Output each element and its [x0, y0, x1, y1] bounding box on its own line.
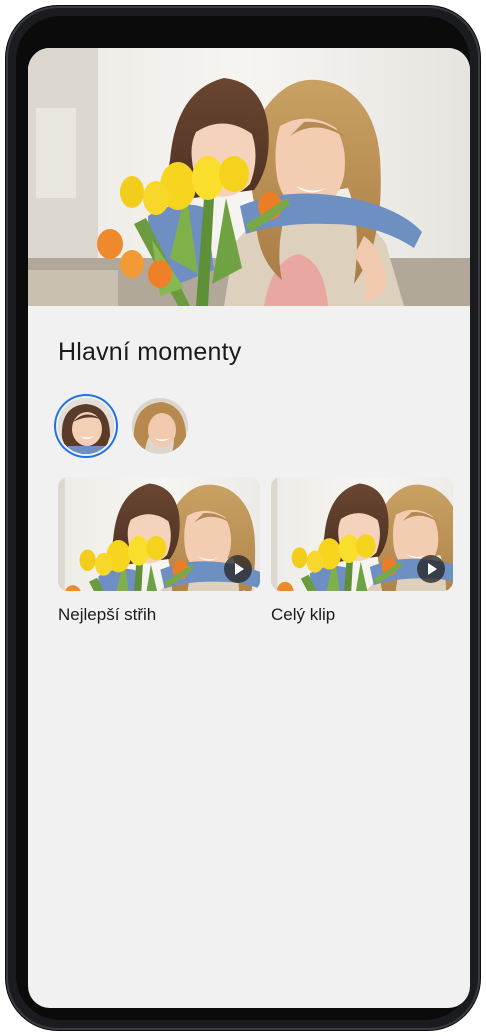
- section-title: Hlavní momenty: [58, 338, 242, 366]
- clip-full-label: Celý klip: [271, 605, 336, 624]
- face-thumbnail[interactable]: [132, 398, 188, 454]
- play-icon[interactable]: [224, 555, 252, 583]
- play-icon[interactable]: [417, 555, 445, 583]
- screen: Hlavní momenty Nejlepší střih Celý klip: [28, 48, 470, 1008]
- phone-frame: Hlavní momenty Nejlepší střih Celý klip: [6, 6, 480, 1030]
- clip-best-cut-label: Nejlepší střih: [58, 605, 157, 624]
- clip-full[interactable]: [271, 477, 453, 591]
- clip-best-cut[interactable]: [58, 477, 260, 591]
- face-thumbnail-selected[interactable]: [58, 398, 114, 454]
- hero-photo: [28, 48, 470, 306]
